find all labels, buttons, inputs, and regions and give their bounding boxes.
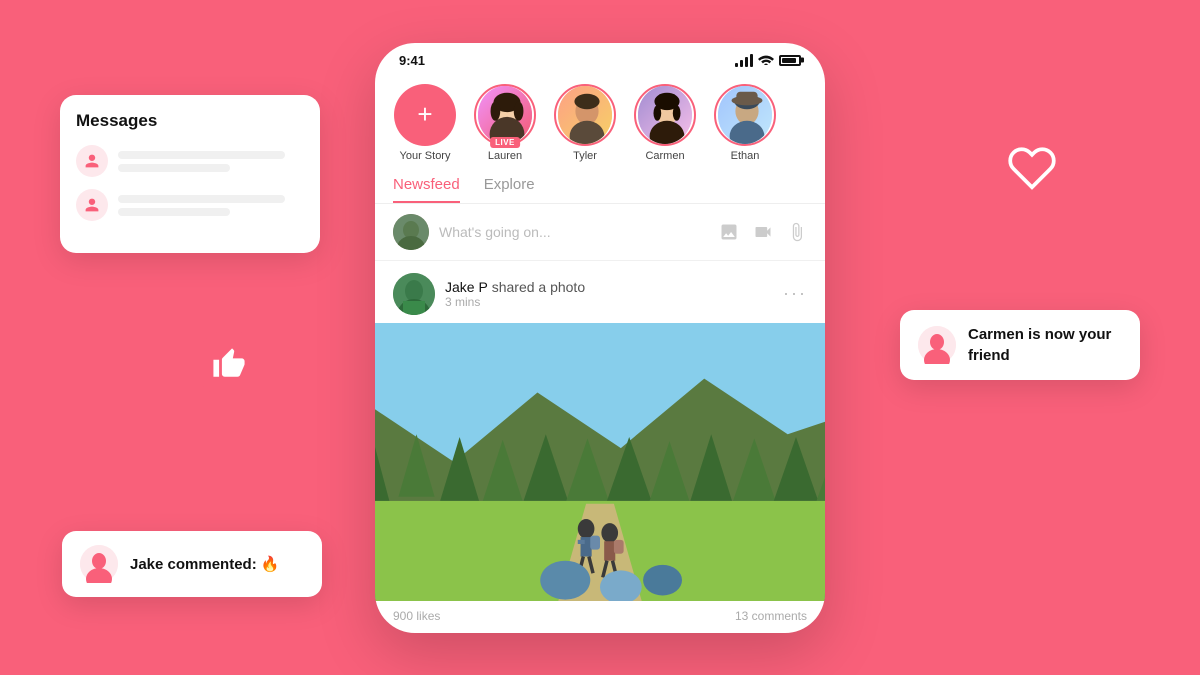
- status-icons: [735, 53, 801, 68]
- post-actions: [719, 222, 807, 242]
- message-row-1: [76, 145, 304, 177]
- post-header: Jake P shared a photo 3 mins ···: [375, 261, 825, 323]
- lauren-label: Lauren: [488, 150, 522, 162]
- carmen-notification-text: Carmen is now your friend: [968, 324, 1122, 366]
- message-lines-2: [118, 195, 304, 216]
- story-item-tyler[interactable]: Tyler: [553, 84, 617, 162]
- tabs: Newsfeed Explore: [375, 170, 825, 204]
- carmen-label: Carmen: [645, 150, 684, 162]
- msg-line: [118, 195, 285, 203]
- msg-line: [118, 151, 285, 159]
- thumbs-up-circle: [195, 330, 263, 398]
- post-meta: Jake P shared a photo 3 mins: [445, 279, 773, 309]
- post-card: Jake P shared a photo 3 mins ···: [375, 261, 825, 633]
- messages-title: Messages: [76, 111, 304, 131]
- post-likes[interactable]: 900 likes: [393, 609, 440, 623]
- video-icon[interactable]: [753, 222, 773, 242]
- post-placeholder[interactable]: What's going on...: [439, 224, 709, 240]
- ethan-avatar: [718, 86, 772, 144]
- photo-icon[interactable]: [719, 222, 739, 242]
- message-avatar-1: [76, 145, 108, 177]
- message-avatar-2: [76, 189, 108, 221]
- heart-circle: [982, 118, 1082, 218]
- ethan-avatar-ring: [714, 84, 776, 146]
- post-comments[interactable]: 13 comments: [735, 609, 807, 623]
- tab-explore[interactable]: Explore: [484, 176, 535, 203]
- signal-icon: [735, 54, 753, 67]
- jake-notif-avatar: [80, 545, 118, 583]
- post-time: 3 mins: [445, 295, 773, 309]
- messages-panel: Messages: [60, 95, 320, 253]
- wifi-icon: [758, 53, 774, 68]
- msg-line: [118, 208, 230, 216]
- attach-icon[interactable]: [787, 222, 807, 242]
- story-item-your-story[interactable]: + Your Story: [393, 84, 457, 162]
- post-input-area: What's going on...: [375, 204, 825, 261]
- post-image: [375, 323, 825, 601]
- battery-icon: [779, 55, 801, 66]
- story-item-carmen[interactable]: Carmen: [633, 84, 697, 162]
- tyler-avatar: [558, 86, 612, 144]
- phone-mockup: 9:41 + Your Story: [375, 43, 825, 633]
- msg-line: [118, 164, 230, 172]
- post-footer: 900 likes 13 comments: [375, 601, 825, 633]
- jake-notification-text: Jake commented: 🔥: [130, 554, 280, 575]
- lauren-avatar-ring: LIVE: [474, 84, 536, 146]
- story-item-ethan[interactable]: Ethan: [713, 84, 777, 162]
- live-badge: LIVE: [490, 137, 520, 148]
- carmen-notif-avatar: [918, 326, 956, 364]
- tyler-avatar-ring: [554, 84, 616, 146]
- carmen-avatar: [638, 86, 692, 144]
- status-time: 9:41: [399, 53, 425, 68]
- your-story-label: Your Story: [400, 150, 451, 162]
- stories-row: + Your Story: [375, 74, 825, 170]
- ethan-label: Ethan: [731, 150, 760, 162]
- carmen-avatar-ring: [634, 84, 696, 146]
- lauren-avatar: [478, 86, 532, 144]
- tab-newsfeed[interactable]: Newsfeed: [393, 176, 460, 203]
- add-story-button[interactable]: +: [394, 84, 456, 146]
- tyler-label: Tyler: [573, 150, 597, 162]
- jake-notification-card: Jake commented: 🔥: [62, 531, 322, 597]
- message-lines-1: [118, 151, 304, 172]
- post-username: Jake P shared a photo: [445, 279, 773, 295]
- status-bar: 9:41: [375, 43, 825, 74]
- post-more-button[interactable]: ···: [783, 283, 807, 304]
- message-row-2: [76, 189, 304, 221]
- story-item-lauren[interactable]: LIVE Lauren: [473, 84, 537, 162]
- jake-avatar: [393, 273, 435, 315]
- carmen-notification-card: Carmen is now your friend: [900, 310, 1140, 380]
- poster-avatar: [393, 214, 429, 250]
